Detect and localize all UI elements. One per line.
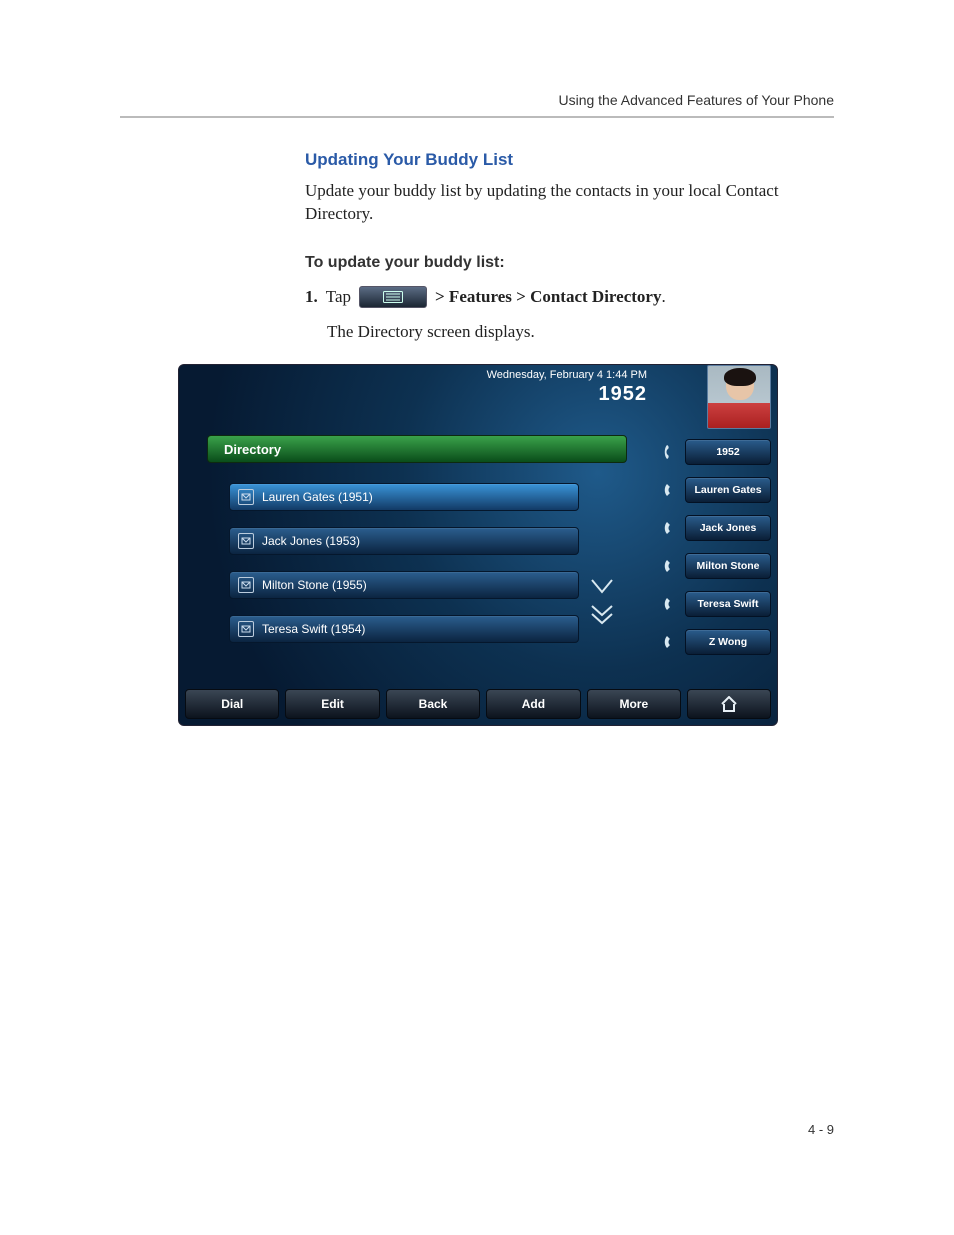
directory-header: Directory bbox=[207, 435, 627, 463]
directory-item[interactable]: Lauren Gates (1951) bbox=[229, 483, 579, 511]
softkey-back[interactable]: Back bbox=[386, 689, 480, 719]
directory-item-label: Jack Jones (1953) bbox=[262, 534, 360, 548]
step-result: The Directory screen displays. bbox=[327, 322, 834, 342]
line-key[interactable]: 1952 bbox=[685, 439, 771, 465]
nav-path: > Features > Contact Directory bbox=[435, 287, 661, 306]
section-title: Updating Your Buddy List bbox=[305, 150, 834, 170]
step-verb: Tap bbox=[326, 287, 351, 307]
line-key-row: 1952 bbox=[663, 439, 771, 465]
line-key[interactable]: Teresa Swift bbox=[685, 591, 771, 617]
softkey-more[interactable]: More bbox=[587, 689, 681, 719]
directory-item-label: Teresa Swift (1954) bbox=[262, 622, 365, 636]
softkeys: Dial Edit Back Add More bbox=[185, 689, 771, 719]
line-key-row: Lauren Gates bbox=[663, 477, 771, 503]
avatar bbox=[707, 365, 771, 429]
presence-icon bbox=[663, 519, 681, 537]
subhead: To update your buddy list: bbox=[305, 254, 834, 272]
line-key[interactable]: Jack Jones bbox=[685, 515, 771, 541]
contact-icon bbox=[238, 489, 254, 505]
softkey-dial[interactable]: Dial bbox=[185, 689, 279, 719]
nav-path-trail: . bbox=[661, 287, 665, 306]
line-key[interactable]: Lauren Gates bbox=[685, 477, 771, 503]
directory-item[interactable]: Milton Stone (1955) bbox=[229, 571, 579, 599]
chevron-down-icon[interactable] bbox=[589, 577, 615, 597]
line-key-row: Jack Jones bbox=[663, 515, 771, 541]
softkey-add[interactable]: Add bbox=[486, 689, 580, 719]
contact-icon bbox=[238, 621, 254, 637]
step-1: 1. Tap > Features > Contact Directory. bbox=[305, 286, 834, 308]
presence-icon bbox=[663, 633, 681, 651]
contact-icon bbox=[238, 577, 254, 593]
presence-icon bbox=[663, 557, 681, 575]
home-icon bbox=[720, 696, 738, 712]
header-divider bbox=[120, 116, 834, 118]
directory-header-label: Directory bbox=[224, 442, 281, 457]
phone-topbar: Wednesday, February 4 1:44 PM 1952 bbox=[487, 369, 647, 406]
running-header: Using the Advanced Features of Your Phon… bbox=[558, 92, 834, 108]
line-key[interactable]: Z Wong bbox=[685, 629, 771, 655]
presence-icon bbox=[663, 481, 681, 499]
menu-icon-button bbox=[359, 286, 427, 308]
contact-icon bbox=[238, 533, 254, 549]
intro-text: Update your buddy list by updating the c… bbox=[305, 180, 834, 226]
phone-datetime: Wednesday, February 4 1:44 PM bbox=[487, 369, 647, 381]
page-number: 4 - 9 bbox=[808, 1122, 834, 1137]
line-key-row: Teresa Swift bbox=[663, 591, 771, 617]
content: Updating Your Buddy List Update your bud… bbox=[305, 150, 834, 366]
line-key[interactable]: Milton Stone bbox=[685, 553, 771, 579]
directory-item[interactable]: Teresa Swift (1954) bbox=[229, 615, 579, 643]
directory-item-label: Milton Stone (1955) bbox=[262, 578, 367, 592]
presence-icon bbox=[663, 595, 681, 613]
phone-handset-icon bbox=[663, 443, 681, 461]
softkey-edit[interactable]: Edit bbox=[285, 689, 379, 719]
phone-screenshot: Wednesday, February 4 1:44 PM 1952 Direc… bbox=[178, 364, 778, 726]
directory-item[interactable]: Jack Jones (1953) bbox=[229, 527, 579, 555]
line-key-row: Z Wong bbox=[663, 629, 771, 655]
phone-extension: 1952 bbox=[487, 383, 647, 406]
step-number: 1. bbox=[305, 287, 318, 307]
menu-icon bbox=[383, 291, 403, 303]
line-keys: 1952 Lauren Gates Jack Jones Milton Ston… bbox=[663, 439, 771, 655]
scroll-arrows bbox=[589, 577, 615, 633]
chevron-double-down-icon[interactable] bbox=[589, 603, 615, 627]
softkey-home[interactable] bbox=[687, 689, 771, 719]
directory-item-label: Lauren Gates (1951) bbox=[262, 490, 373, 504]
line-key-row: Milton Stone bbox=[663, 553, 771, 579]
